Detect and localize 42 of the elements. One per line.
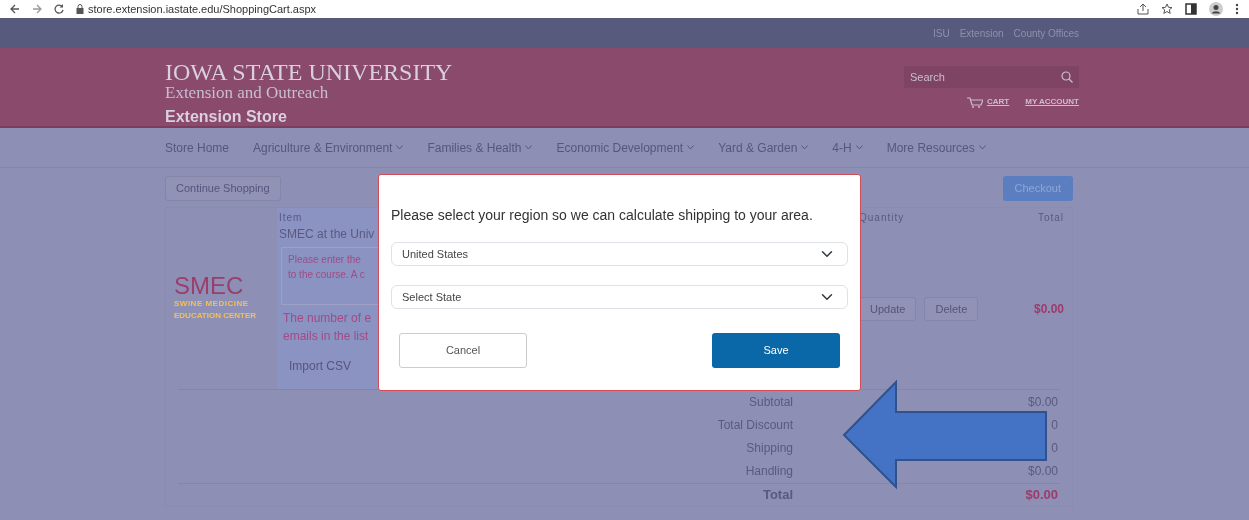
cart-icon[interactable] bbox=[967, 96, 983, 108]
nav-link[interactable]: 4-H bbox=[832, 138, 863, 157]
account-link[interactable]: MY ACCOUNT bbox=[1025, 96, 1079, 108]
cart-link[interactable]: CART bbox=[987, 96, 1010, 108]
url-text[interactable]: store.extension.iastate.edu/ShoppingCart.aspx bbox=[88, 0, 317, 18]
item-title[interactable]: SMEC at the Univ bbox=[279, 224, 379, 243]
back-icon[interactable] bbox=[10, 4, 20, 14]
delete-button[interactable]: Delete bbox=[924, 296, 979, 321]
top-link[interactable]: Extension bbox=[959, 25, 1004, 41]
search-field[interactable]: Search bbox=[904, 66, 1079, 88]
item-total: $0.00 bbox=[1033, 300, 1065, 318]
university-name[interactable]: IOWA STATE UNIVERSITY bbox=[165, 60, 453, 84]
share-icon[interactable] bbox=[1137, 3, 1149, 15]
dialog-message: Please select your region so we can calculate shipping to your area. bbox=[391, 206, 814, 225]
state-select[interactable]: Select State bbox=[391, 285, 848, 309]
nav-link[interactable]: Yard & Garden bbox=[718, 138, 809, 157]
save-button[interactable]: Save bbox=[712, 333, 840, 368]
lock-icon bbox=[76, 4, 84, 14]
smec-logo: SMEC SWINE MEDICINE EDUCATION CENTER bbox=[174, 274, 258, 322]
star-icon[interactable] bbox=[1161, 3, 1173, 15]
warning-text: The number of e emails in the list bbox=[282, 309, 373, 345]
reload-icon[interactable] bbox=[54, 4, 64, 14]
menu-icon[interactable] bbox=[1235, 3, 1239, 15]
search-input[interactable]: Search bbox=[910, 68, 1040, 86]
import-csv-button[interactable]: Import CSV bbox=[279, 352, 361, 379]
country-select[interactable]: United States bbox=[391, 242, 848, 266]
search-icon[interactable] bbox=[1061, 71, 1073, 83]
nav-link[interactable]: Store Home bbox=[165, 138, 230, 157]
column-header: Item bbox=[279, 210, 304, 225]
continue-shopping-button[interactable]: Continue Shopping bbox=[165, 176, 281, 201]
forward-icon[interactable] bbox=[32, 4, 42, 14]
cancel-button[interactable]: Cancel bbox=[399, 333, 527, 368]
store-name[interactable]: Extension Store bbox=[165, 105, 453, 129]
unit-name: Extension and Outreach bbox=[165, 84, 330, 101]
nav-link[interactable]: Families & Health bbox=[427, 138, 533, 157]
profile-icon[interactable] bbox=[1209, 2, 1223, 16]
nav-link[interactable]: Economic Development bbox=[556, 138, 695, 157]
update-button[interactable]: Update bbox=[859, 296, 917, 321]
nav-link[interactable]: Agriculture & Environment bbox=[253, 138, 404, 157]
side-panel-icon[interactable] bbox=[1185, 3, 1197, 15]
total-value: $0.00 bbox=[1024, 485, 1059, 504]
nav-link[interactable]: More Resources bbox=[886, 138, 986, 157]
